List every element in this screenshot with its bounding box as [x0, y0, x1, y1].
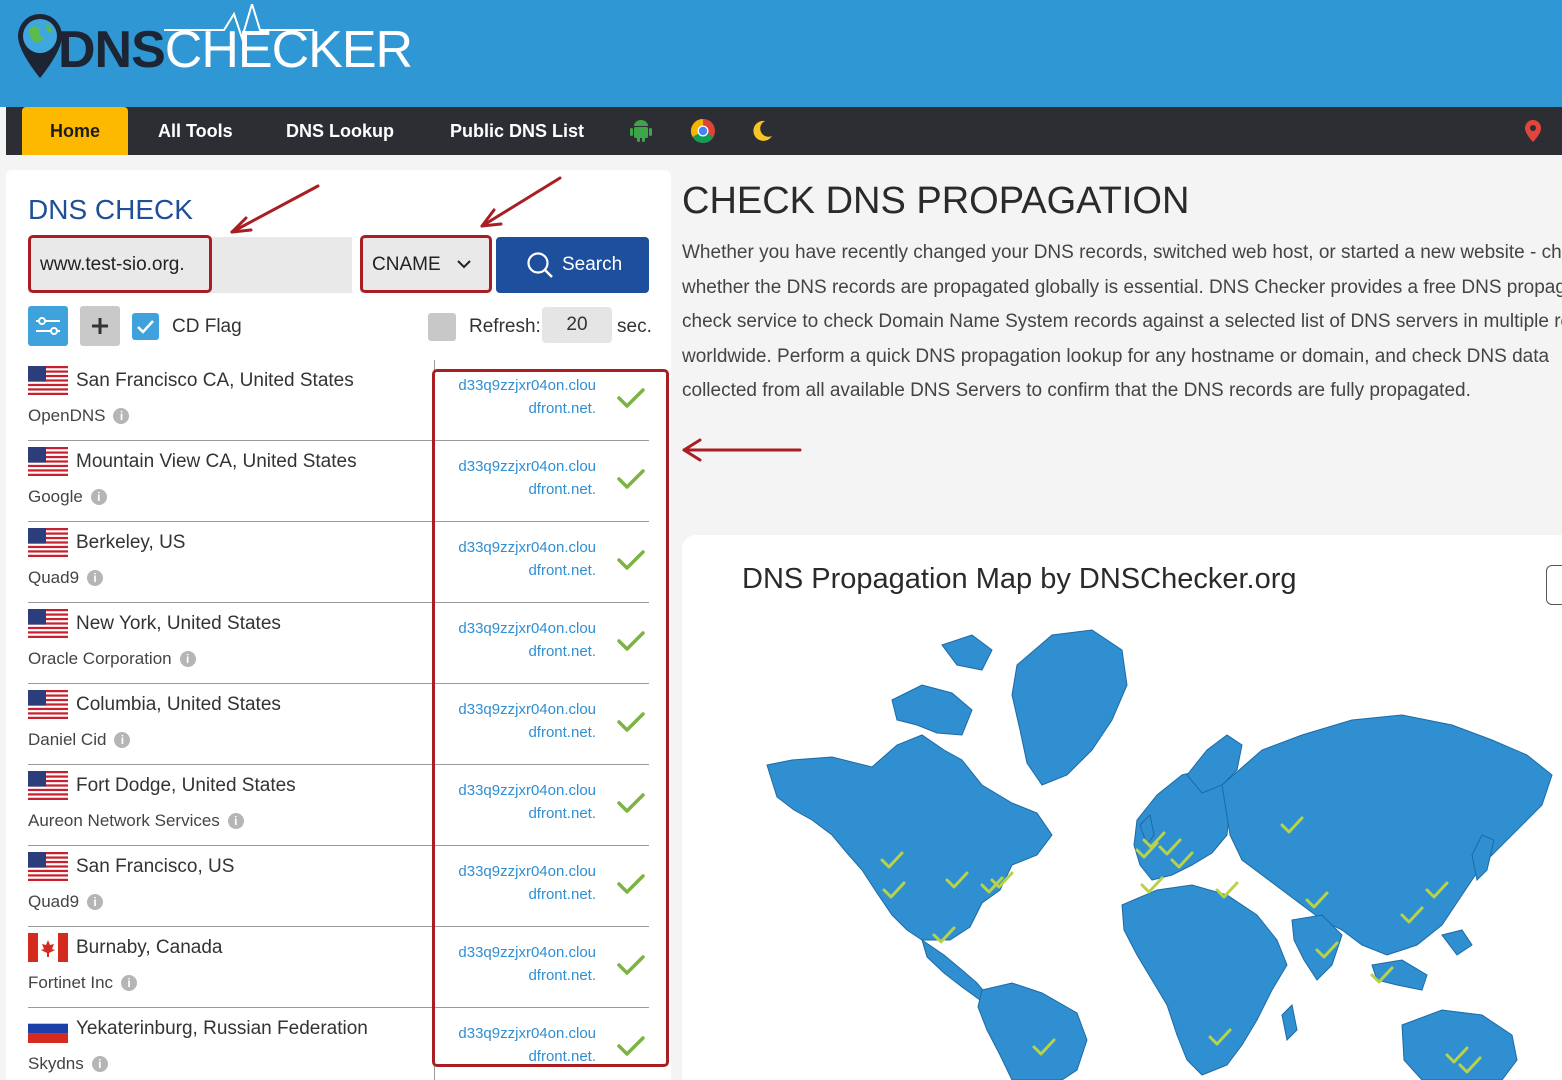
se-asia-islands — [1371, 959, 1428, 991]
australia — [1401, 1009, 1518, 1080]
description-line: Whether you have recently changed your D… — [682, 242, 1562, 263]
greenland — [1011, 629, 1128, 786]
description-line: collected from all available DNS Servers… — [682, 380, 1471, 401]
central-america — [921, 938, 988, 1001]
description-line: worldwide. Perform a quick DNS propagati… — [682, 345, 1550, 367]
description-line: whether the DNS records are propagated g… — [682, 276, 1562, 298]
page-description: Whether you have recently changed your D… — [682, 236, 1562, 409]
north-america — [766, 734, 1053, 941]
world-map[interactable] — [682, 535, 1562, 1080]
asia — [1221, 714, 1553, 956]
africa — [1121, 884, 1288, 1076]
description-line: check service to check Domain Name Syste… — [682, 311, 1562, 332]
south-america — [977, 982, 1088, 1080]
continents — [766, 629, 1553, 1080]
page-title: CHECK DNS PROPAGATION — [682, 180, 1190, 222]
arctic-islands — [891, 684, 973, 736]
propagation-map-card: DNS Propagation Map by DNSChecker.org — [682, 535, 1562, 1080]
